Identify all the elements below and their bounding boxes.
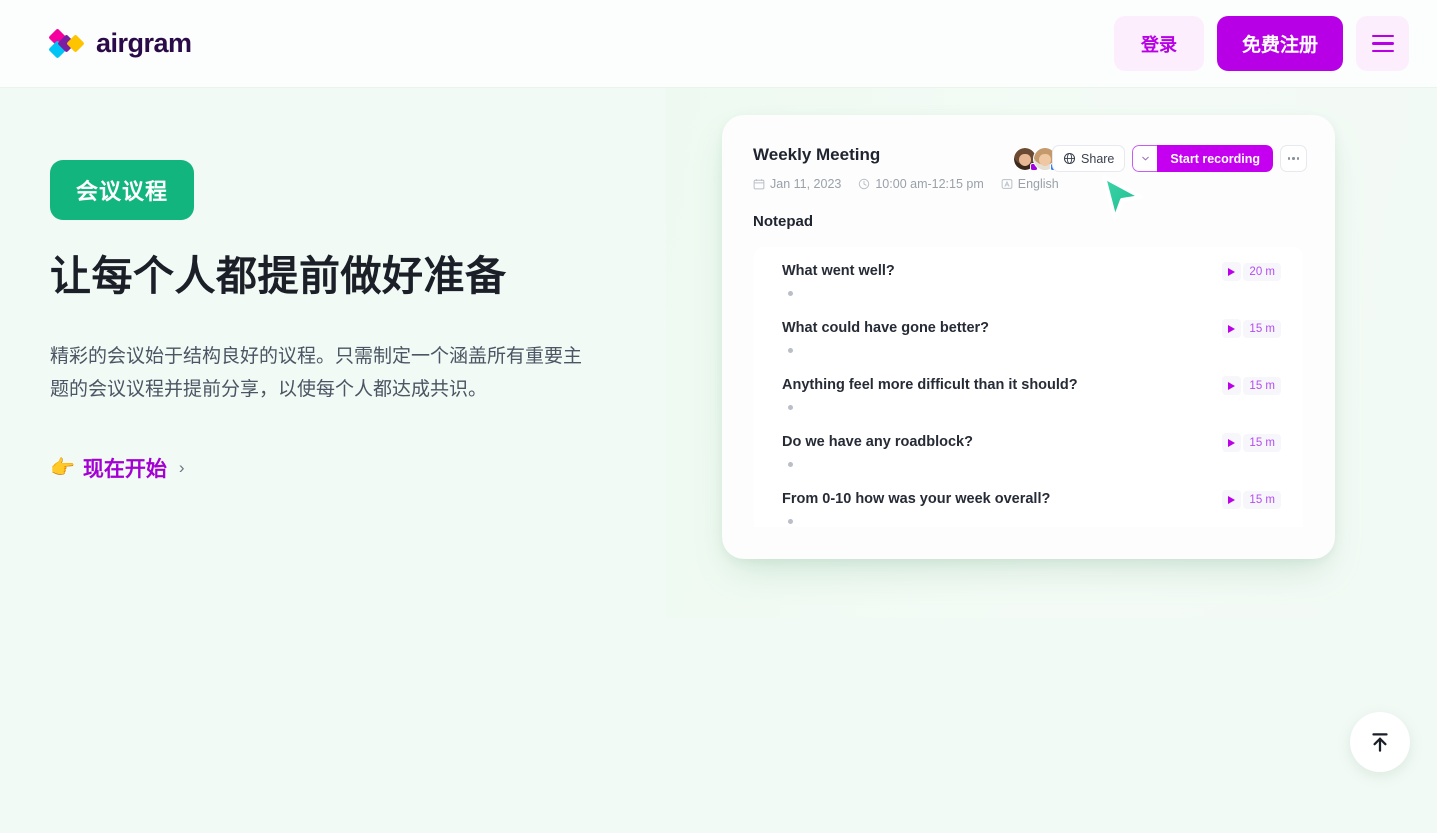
bullet-icon <box>788 348 793 353</box>
list-item[interactable]: What went well? 20 m <box>754 247 1303 304</box>
agenda-item-title: What could have gone better? <box>782 320 990 336</box>
notepad-list: What went well? 20 m What could have gon… <box>754 247 1303 527</box>
list-item[interactable]: Do we have any roadblock? 15 m <box>754 418 1303 475</box>
agenda-item-duration[interactable]: 15 m <box>1222 376 1281 395</box>
bullet-icon <box>788 405 793 410</box>
agenda-item-duration[interactable]: 15 m <box>1222 490 1281 509</box>
chevron-down-icon[interactable] <box>1132 145 1158 172</box>
play-icon[interactable] <box>1222 433 1242 452</box>
start-recording-button[interactable]: Start recording <box>1157 145 1273 172</box>
bullet-icon <box>788 462 793 467</box>
list-item[interactable]: From 0-10 how was your week overall? 15 … <box>754 475 1303 527</box>
signup-button[interactable]: 免费注册 <box>1216 16 1343 71</box>
hamburger-menu-icon[interactable] <box>1356 16 1409 71</box>
brand-name: airgram <box>96 28 192 58</box>
language-icon <box>1001 179 1013 189</box>
arrow-up-to-line-icon <box>1372 733 1388 752</box>
login-button[interactable]: 登录 <box>1113 16 1204 71</box>
hero-description: 精彩的会议始于结构良好的议程。只需制定一个涵盖所有重要主题的会议议程并提前分享，… <box>50 346 583 400</box>
play-icon[interactable] <box>1222 319 1242 338</box>
calendar-icon <box>753 179 765 190</box>
duration-label: 15 m <box>1243 490 1281 509</box>
play-icon[interactable] <box>1222 490 1242 509</box>
meeting-card-header: Weekly Meeting Jan 11, 2023 10:00 am-12:… <box>722 115 1335 191</box>
pointing-hand-icon: 👉 <box>50 457 75 480</box>
share-label: Share <box>1081 151 1115 166</box>
page-title: 让每个人都提前做好准备 <box>50 253 507 299</box>
section-badge: 会议议程 <box>50 160 195 220</box>
airgram-diamond-logo-icon <box>48 27 86 59</box>
agenda-item-duration[interactable]: 15 m <box>1222 433 1281 452</box>
clock-icon <box>859 178 870 190</box>
meeting-date: Jan 11, 2023 <box>753 177 841 191</box>
duration-label: 15 m <box>1243 319 1281 338</box>
meeting-card-actions: Share Start recording <box>1052 145 1307 172</box>
meeting-time: 10:00 am-12:15 pm <box>858 177 984 191</box>
meeting-language: English <box>1001 177 1059 191</box>
play-icon[interactable] <box>1222 262 1242 281</box>
meeting-language-label: English <box>1017 177 1059 191</box>
meeting-card: Weekly Meeting Jan 11, 2023 10:00 am-12:… <box>722 115 1335 559</box>
globe-icon <box>1063 152 1076 165</box>
record-button-group: Start recording <box>1132 145 1273 172</box>
share-button[interactable]: Share <box>1052 145 1126 172</box>
landing-page: airgram 登录 免费注册 会议议程 让每个人都提前做好准备 精彩的会议始于… <box>0 0 1437 833</box>
play-icon[interactable] <box>1222 376 1242 395</box>
list-item[interactable]: Anything feel more difficult than it sho… <box>754 361 1303 418</box>
agenda-item-title: Do we have any roadblock? <box>782 434 973 450</box>
agenda-item-duration[interactable]: 15 m <box>1222 319 1281 338</box>
more-horizontal-icon[interactable] <box>1280 145 1307 172</box>
nav-actions: 登录 免费注册 <box>1113 16 1409 71</box>
meeting-date-label: Jan 11, 2023 <box>770 177 842 191</box>
get-started-link[interactable]: 👉 现在开始 › <box>50 453 185 483</box>
agenda-item-title: From 0-10 how was your week overall? <box>782 491 1051 507</box>
meeting-metadata: Jan 11, 2023 10:00 am-12:15 pm English <box>753 177 1305 191</box>
agenda-item-title: Anything feel more difficult than it sho… <box>782 377 1078 393</box>
get-started-label: 现在开始 <box>82 457 167 481</box>
bullet-icon <box>788 291 793 296</box>
top-navigation-bar: airgram 登录 免费注册 <box>0 0 1437 88</box>
brand-logo[interactable]: airgram <box>48 27 192 59</box>
notepad-label: Notepad <box>753 213 813 230</box>
list-item[interactable]: What could have gone better? 15 m <box>754 304 1303 361</box>
scroll-to-top-button[interactable] <box>1350 712 1410 772</box>
meeting-time-label: 10:00 am-12:15 pm <box>875 177 984 191</box>
bullet-icon <box>788 519 793 524</box>
agenda-item-title: What went well? <box>782 263 895 279</box>
duration-label: 15 m <box>1243 433 1281 452</box>
hero-section: 会议议程 让每个人都提前做好准备 精彩的会议始于结构良好的议程。只需制定一个涵盖… <box>50 160 640 483</box>
chevron-right-icon: › <box>178 457 185 477</box>
agenda-item-duration[interactable]: 20 m <box>1222 262 1281 281</box>
duration-label: 20 m <box>1243 262 1281 281</box>
duration-label: 15 m <box>1243 376 1281 395</box>
